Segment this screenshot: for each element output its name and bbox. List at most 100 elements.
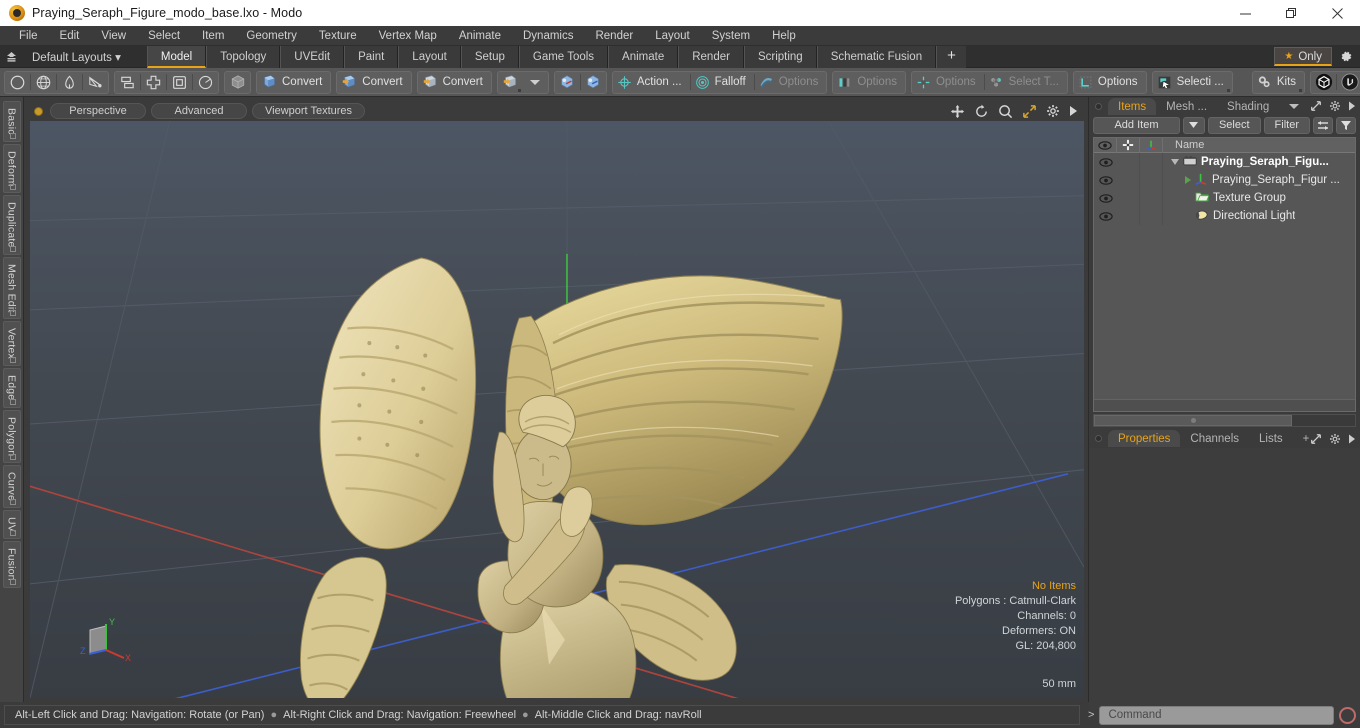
workplane-options-button[interactable]: Options [1074, 72, 1146, 93]
play-icon[interactable] [1348, 434, 1356, 444]
viewport-textures-selector[interactable]: Viewport Textures [252, 103, 366, 119]
table-row[interactable]: Praying_Seraph_Figu... [1094, 153, 1355, 171]
lasso-icon[interactable] [83, 72, 108, 93]
menu-help[interactable]: Help [761, 28, 807, 44]
convert-button-3[interactable]: Convert [418, 72, 491, 93]
row-visibility-toggle[interactable] [1094, 211, 1117, 221]
tab-game-tools[interactable]: Game Tools [518, 45, 609, 68]
tab-channels[interactable]: Channels [1180, 430, 1249, 447]
shading-selector[interactable]: Advanced [151, 103, 247, 119]
only-toggle-button[interactable]: ★ Only [1274, 47, 1332, 66]
symmetry-options-button[interactable]: Options [755, 72, 827, 93]
list-toggle-icon[interactable] [1313, 116, 1333, 134]
viewport-active-dot[interactable] [34, 106, 43, 116]
funnel-icon[interactable] [1336, 116, 1356, 134]
vtab-basic[interactable]: Basic [2, 101, 21, 142]
gear-icon[interactable] [1329, 433, 1341, 445]
expand-icon[interactable] [1310, 433, 1322, 445]
gear-icon[interactable] [1329, 100, 1341, 112]
filter-button[interactable]: Filter [1263, 116, 1310, 134]
menu-edit[interactable]: Edit [49, 28, 91, 44]
select-button[interactable]: Select [1207, 116, 1261, 134]
menu-file[interactable]: File [8, 28, 49, 44]
row-visibility-toggle[interactable] [1094, 157, 1117, 167]
bars-options-button[interactable]: Options [833, 72, 905, 93]
chevron-down-icon[interactable] [523, 72, 548, 93]
zoom-icon[interactable] [998, 104, 1013, 119]
vtab-duplicate[interactable]: Duplicate [2, 195, 21, 255]
circle-icon[interactable] [5, 72, 30, 93]
table-row[interactable]: Praying_Seraph_Figur ... [1094, 171, 1355, 189]
snapping-options-button[interactable]: Options [912, 72, 984, 93]
tab-properties[interactable]: Properties [1108, 430, 1181, 447]
stack-icon[interactable] [115, 72, 140, 93]
tab-model[interactable]: Model [146, 45, 207, 68]
scrollbar-thumb[interactable] [1094, 414, 1292, 426]
chevron-down-icon[interactable] [1279, 98, 1309, 115]
3d-viewport[interactable]: Y X Z No Items Polygons : Catmull-Clark … [30, 121, 1084, 698]
vtab-uv[interactable]: UV [2, 510, 21, 540]
menu-texture[interactable]: Texture [308, 28, 368, 44]
tab-schematic-fusion[interactable]: Schematic Fusion [816, 45, 937, 68]
tab-topology[interactable]: Topology [206, 45, 281, 68]
add-item-caret-button[interactable] [1182, 116, 1205, 134]
table-row[interactable]: Directional Light [1094, 207, 1355, 225]
tab-layout[interactable]: Layout [398, 45, 461, 68]
maximize-button[interactable] [1268, 0, 1314, 26]
close-button[interactable] [1314, 0, 1360, 26]
view-mode-selector[interactable]: Perspective [50, 103, 146, 119]
pen-icon[interactable] [57, 72, 82, 93]
tab-setup[interactable]: Setup [460, 45, 519, 68]
cube-icon[interactable] [225, 72, 250, 93]
home-icon[interactable] [0, 51, 22, 62]
tab-paint[interactable]: Paint [344, 45, 399, 68]
add-item-button[interactable]: Add Item [1093, 116, 1180, 134]
vtab-edge[interactable]: Edge [2, 368, 21, 408]
ellipse-icon[interactable] [193, 72, 218, 93]
tab-lists[interactable]: Lists [1249, 430, 1293, 447]
menu-animate[interactable]: Animate [448, 28, 512, 44]
fit-icon[interactable] [1022, 104, 1037, 119]
select-through-button[interactable]: Select T... [985, 72, 1067, 93]
gear-icon[interactable] [1046, 104, 1060, 118]
add-tab-button[interactable]: + [936, 45, 966, 68]
menu-select[interactable]: Select [137, 28, 191, 44]
tab-shading[interactable]: Shading [1217, 98, 1279, 115]
vtab-vertex[interactable]: Vertex [2, 321, 21, 367]
tab-render[interactable]: Render [678, 45, 744, 68]
tab-animate[interactable]: Animate [608, 45, 679, 68]
convert-button-4[interactable] [498, 72, 523, 93]
tab-items[interactable]: Items [1108, 97, 1157, 115]
action-center-button[interactable]: Action ... [613, 72, 690, 93]
kits-button[interactable]: Kits [1253, 72, 1304, 93]
expand-icon[interactable] [1310, 100, 1322, 112]
vtab-fusion[interactable]: Fusion [2, 541, 21, 588]
move-icon[interactable] [950, 104, 965, 119]
menu-item[interactable]: Item [191, 28, 235, 44]
selection-button[interactable]: Selecti ... [1153, 72, 1232, 93]
table-row[interactable]: Texture Group [1094, 189, 1355, 207]
vtab-deform[interactable]: Deform [2, 143, 21, 194]
tab-uvedit[interactable]: UVEdit [280, 45, 345, 68]
menu-render[interactable]: Render [584, 28, 644, 44]
rotate-icon[interactable] [974, 104, 989, 119]
menu-layout[interactable]: Layout [644, 28, 701, 44]
globe-icon[interactable] [31, 72, 56, 93]
mesh-blue-icon[interactable] [581, 72, 606, 93]
play-icon[interactable] [1348, 101, 1356, 111]
record-icon[interactable] [1339, 706, 1356, 724]
cube-badge-icon[interactable] [1311, 72, 1336, 93]
tab-mesh[interactable]: Mesh ... [1156, 98, 1217, 115]
gear-icon[interactable] [1336, 47, 1356, 66]
row-visibility-toggle[interactable] [1094, 193, 1117, 203]
square-in-square-icon[interactable] [167, 72, 192, 93]
minimize-button[interactable] [1222, 0, 1268, 26]
vtab-polygon[interactable]: Polygon [2, 409, 21, 464]
vtab-curve[interactable]: Curve [2, 465, 21, 509]
vtab-mesh-edit[interactable]: Mesh Edit [2, 256, 21, 320]
layout-selector[interactable]: Default Layouts ▾ [22, 50, 129, 64]
tab-scripting[interactable]: Scripting [743, 45, 817, 68]
panel-menu-dot[interactable] [1095, 435, 1102, 442]
play-icon[interactable] [1069, 105, 1078, 117]
convert-button-2[interactable]: Convert [337, 72, 410, 93]
